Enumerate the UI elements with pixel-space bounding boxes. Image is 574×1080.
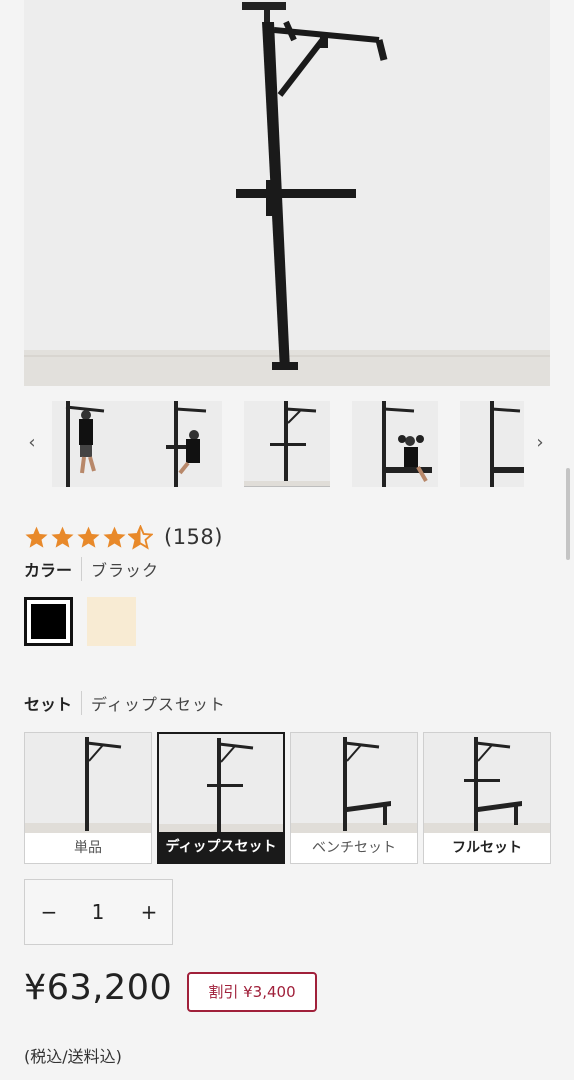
star-half-icon <box>128 524 153 550</box>
set-card-single[interactable]: 単品 <box>24 732 152 864</box>
pullup-photo-icon <box>52 401 138 487</box>
bench-photo-icon <box>460 401 524 487</box>
pullup-bar-illustration <box>24 0 550 386</box>
thumb-bench[interactable] <box>460 401 524 487</box>
quantity-value[interactable]: 1 <box>75 880 121 944</box>
set-option-header: セット ディップスセット <box>24 690 226 716</box>
chevron-left-icon[interactable]: ‹ <box>20 428 44 458</box>
thumbnail-carousel: ‹ › <box>0 398 574 496</box>
star-full-icon <box>25 526 48 548</box>
product-price: ¥63,200 <box>24 968 173 1008</box>
quantity-increase-button[interactable]: + <box>131 880 167 944</box>
set-card-label: ディップスセット <box>159 832 283 862</box>
color-option-header: カラー ブラック <box>24 556 159 582</box>
quantity-stepper: − 1 + <box>24 879 173 945</box>
set-card-label: 単品 <box>25 833 151 863</box>
dips-photo-icon <box>136 401 222 487</box>
set-option-value: ディップスセット <box>91 695 226 714</box>
set-option-label: セット <box>24 695 73 714</box>
page-scrollbar[interactable] <box>566 468 570 560</box>
set-options: 単品 ディップスセット ベンチセット フルセット <box>24 732 556 864</box>
set-dips-image <box>159 734 283 834</box>
swatch-cream[interactable] <box>87 597 136 646</box>
star-rating <box>24 524 154 550</box>
set-card-dips[interactable]: ディップスセット <box>157 732 285 864</box>
review-count[interactable]: (158) <box>164 525 223 549</box>
divider <box>81 557 83 581</box>
chevron-right-icon[interactable]: › <box>528 428 552 458</box>
quantity-decrease-button[interactable]: − <box>31 880 67 944</box>
thumb-bench-press[interactable] <box>352 401 438 487</box>
set-card-label: フルセット <box>424 833 550 863</box>
color-swatches <box>24 597 150 646</box>
divider <box>81 691 83 715</box>
star-full-icon <box>103 526 126 548</box>
swatch-black[interactable] <box>24 597 73 646</box>
set-card-label: ベンチセット <box>291 833 417 863</box>
set-bench-image <box>291 733 417 833</box>
color-option-value: ブラック <box>91 561 160 580</box>
set-full-image <box>424 733 550 833</box>
dips-set-photo-icon <box>244 401 330 487</box>
color-option-label: カラー <box>24 561 73 580</box>
discount-badge: 割引 ¥3,400 <box>187 972 317 1012</box>
thumb-dips[interactable] <box>136 401 222 487</box>
tax-note: (税込/送料込) <box>24 1047 122 1066</box>
star-full-icon <box>51 526 74 548</box>
star-full-icon <box>77 526 100 548</box>
set-card-full[interactable]: フルセット <box>423 732 551 864</box>
thumb-dips-set[interactable] <box>244 401 330 487</box>
thumb-pullup[interactable] <box>52 401 138 487</box>
product-main-image[interactable] <box>24 0 550 386</box>
set-card-bench[interactable]: ベンチセット <box>290 732 418 864</box>
product-rating[interactable]: (158) <box>24 522 223 552</box>
bench-press-photo-icon <box>352 401 438 487</box>
set-single-image <box>25 733 151 833</box>
